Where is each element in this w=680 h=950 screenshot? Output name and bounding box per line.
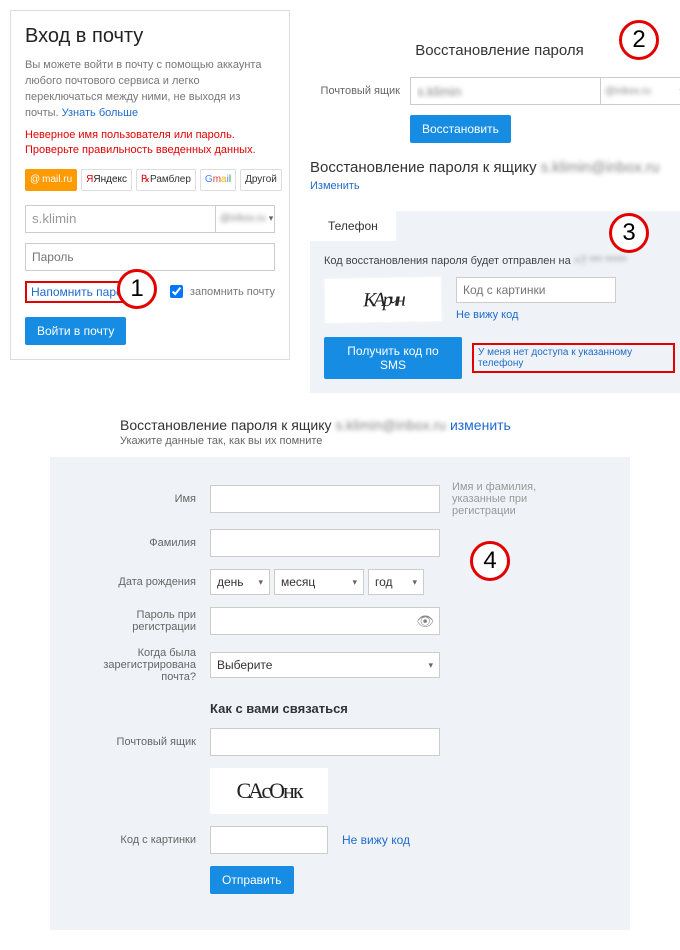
- recover3-title-email: s.klimin@inbox.ru: [335, 417, 446, 433]
- provider-yandex-label: Яндекс: [93, 174, 127, 185]
- recover2-phone-blur: +7 *** *****: [574, 255, 627, 267]
- recover3-change-link[interactable]: изменить: [450, 417, 511, 433]
- phone-tab[interactable]: Телефон: [310, 211, 396, 241]
- provider-rambler[interactable]: ℞Рамблер: [136, 169, 196, 191]
- recover2-change-link[interactable]: Изменить: [310, 180, 360, 192]
- captcha-cant-see-link-2[interactable]: Не вижу код: [342, 833, 410, 847]
- recover2-title-text: Восстановление пароля к ящику: [310, 159, 541, 176]
- recover1-email-input[interactable]: [411, 78, 600, 104]
- mailbox-input[interactable]: [210, 728, 440, 756]
- recover1-domain-select[interactable]: @inbox.ru: [600, 78, 680, 104]
- step-1-badge: 1: [117, 269, 157, 309]
- provider-gmail[interactable]: Gmail: [200, 169, 236, 191]
- eye-icon[interactable]: 👁: [416, 613, 434, 630]
- login-panel: Вход в почту Вы можете войти в почту с п…: [10, 10, 290, 360]
- captcha-cant-see-link[interactable]: Не вижу код: [456, 309, 616, 321]
- last-name-input[interactable]: [210, 529, 440, 557]
- login-description: Вы можете войти в почту с помощью аккаун…: [25, 58, 275, 122]
- name-hint: Имя и фамилия, указанные при регистрации: [452, 481, 592, 517]
- get-sms-code-button[interactable]: Получить код по SMS: [324, 337, 462, 379]
- recover3-panel: 4 Имя Имя и фамилия, указанные при регис…: [50, 457, 630, 930]
- captcha-label-2: Код с картинки: [80, 834, 210, 846]
- mailbox-label: Почтовый ящик: [80, 736, 210, 748]
- login-title: Вход в почту: [25, 25, 275, 48]
- email-domain-select[interactable]: @inbox.ru: [215, 206, 277, 232]
- login-submit-button[interactable]: Войти в почту: [25, 317, 126, 345]
- email-input[interactable]: [26, 206, 215, 232]
- recover1-submit-button[interactable]: Восстановить: [410, 115, 511, 143]
- dob-year-select[interactable]: год: [368, 569, 424, 595]
- captcha-image-2: САсОнк: [210, 768, 328, 814]
- recover3-subhint: Укажите данные так, как вы их помните: [120, 435, 560, 447]
- login-error: Неверное имя пользователя или пароль. Пр…: [25, 128, 275, 159]
- captcha-code-input-2[interactable]: [210, 826, 328, 854]
- provider-rambler-label: Рамблер: [150, 174, 191, 185]
- step-3-badge: 3: [609, 213, 649, 253]
- recover1-email-row: Почтовый ящик @inbox.ru: [310, 77, 680, 105]
- recovery-column: 2 Восстановление пароля Почтовый ящик @i…: [310, 10, 680, 393]
- recover2-sent-to-line: Код восстановления пароля будет отправле…: [324, 255, 675, 267]
- recover2-title: Восстановление пароля к ящику s.klimin@i…: [310, 159, 680, 193]
- step-4-badge: 4: [470, 541, 510, 581]
- dob-label: Дата рождения: [80, 576, 210, 588]
- provider-yandex[interactable]: ЯЯндекс: [81, 169, 132, 191]
- login-desc-text: Вы можете войти в почту с помощью аккаун…: [25, 59, 261, 119]
- remember-checkbox-label[interactable]: запомнить почту: [166, 282, 275, 301]
- recover3-header: Восстановление пароля к ящику s.klimin@i…: [120, 417, 560, 447]
- provider-row: mail.ru ЯЯндекс ℞Рамблер Gmail Другой: [25, 169, 275, 191]
- dob-day-select[interactable]: день: [210, 569, 270, 595]
- last-name-label: Фамилия: [80, 537, 210, 549]
- when-registered-select[interactable]: Выберите: [210, 652, 440, 678]
- step-2-badge: 2: [619, 20, 659, 60]
- when-registered-label: Когда была зарегистрирована почта?: [80, 647, 210, 683]
- email-domain-value: @inbox.ru: [220, 213, 266, 224]
- captcha-image: КАрчн: [324, 276, 443, 324]
- remember-checkbox[interactable]: [170, 285, 183, 298]
- contact-header: Как с вами связаться: [210, 701, 348, 716]
- recover2-panel: 3 Телефон Код восстановления пароля буде…: [310, 211, 680, 393]
- captcha-code-input[interactable]: [456, 277, 616, 303]
- first-name-input[interactable]: [210, 485, 440, 513]
- recover1-email-label: Почтовый ящик: [310, 85, 410, 97]
- provider-other[interactable]: Другой: [240, 169, 282, 191]
- recover1-domain-value: @inbox.ru: [605, 86, 651, 97]
- remember-label-text: запомнить почту: [190, 286, 275, 298]
- recover3-submit-button[interactable]: Отправить: [210, 866, 294, 894]
- recover2-title-email: s.klimin@inbox.ru: [541, 159, 660, 176]
- learn-more-link[interactable]: Узнать больше: [62, 107, 138, 119]
- email-input-group: @inbox.ru: [25, 205, 275, 233]
- provider-mailru[interactable]: mail.ru: [25, 169, 77, 191]
- dob-month-select[interactable]: месяц: [274, 569, 364, 595]
- no-phone-access-link[interactable]: У меня нет доступа к указанному телефону: [472, 343, 675, 373]
- recover3-title-text: Восстановление пароля к ящику: [120, 417, 335, 433]
- reg-password-input[interactable]: [210, 607, 440, 635]
- first-name-label: Имя: [80, 493, 210, 505]
- password-input[interactable]: [25, 243, 275, 271]
- reg-password-label: Пароль при регистрации: [80, 609, 210, 633]
